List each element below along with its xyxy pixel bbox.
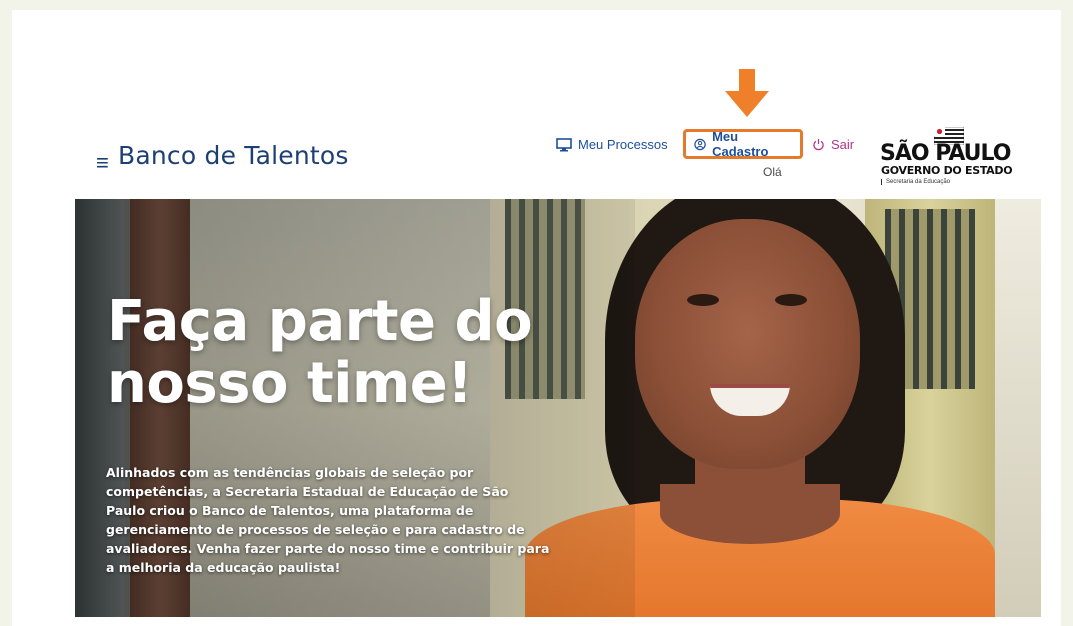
hero-person-face — [635, 219, 860, 469]
hero-person-smile — [710, 384, 790, 416]
nav-meu-processos[interactable]: Meu Processos — [556, 137, 668, 152]
gov-logo-line1: SÃO PAULO — [880, 141, 1011, 166]
nav-meu-cadastro-label: Meu Cadastro — [712, 129, 769, 159]
hero-person-chest — [660, 484, 840, 544]
user-circle-icon — [694, 138, 706, 150]
hero-banner: Faça parte do nosso time! Alinhados com … — [75, 199, 1041, 617]
hero-person-eye — [775, 294, 807, 306]
gov-logo-line2: GOVERNO DO ESTADO — [881, 164, 1013, 177]
gov-logo-line3: Secretaria da Educação — [881, 179, 950, 185]
hero-person-eye — [687, 294, 719, 306]
power-icon — [813, 139, 824, 151]
nav-meu-cadastro[interactable]: Meu Cadastro — [683, 129, 803, 159]
arrow-down-icon — [725, 69, 769, 117]
hamburger-icon[interactable]: ≡ — [96, 150, 109, 176]
nav-sair[interactable]: Sair — [812, 137, 854, 152]
hero-description: Alinhados com as tendências globais de s… — [106, 465, 550, 575]
hero-title: Faça parte do nosso time! — [107, 289, 533, 416]
government-logo[interactable]: SÃO PAULO GOVERNO DO ESTADO Secretaria d… — [880, 127, 1020, 191]
greeting-text: Olá — [763, 165, 782, 179]
monitor-icon — [556, 137, 572, 151]
nav-sair-label: Sair — [831, 137, 855, 152]
hero-bg-right-wall — [995, 199, 1041, 617]
nav-meu-processos-label: Meu Processos — [578, 137, 668, 152]
brand-title[interactable]: Banco de Talentos — [118, 141, 349, 170]
